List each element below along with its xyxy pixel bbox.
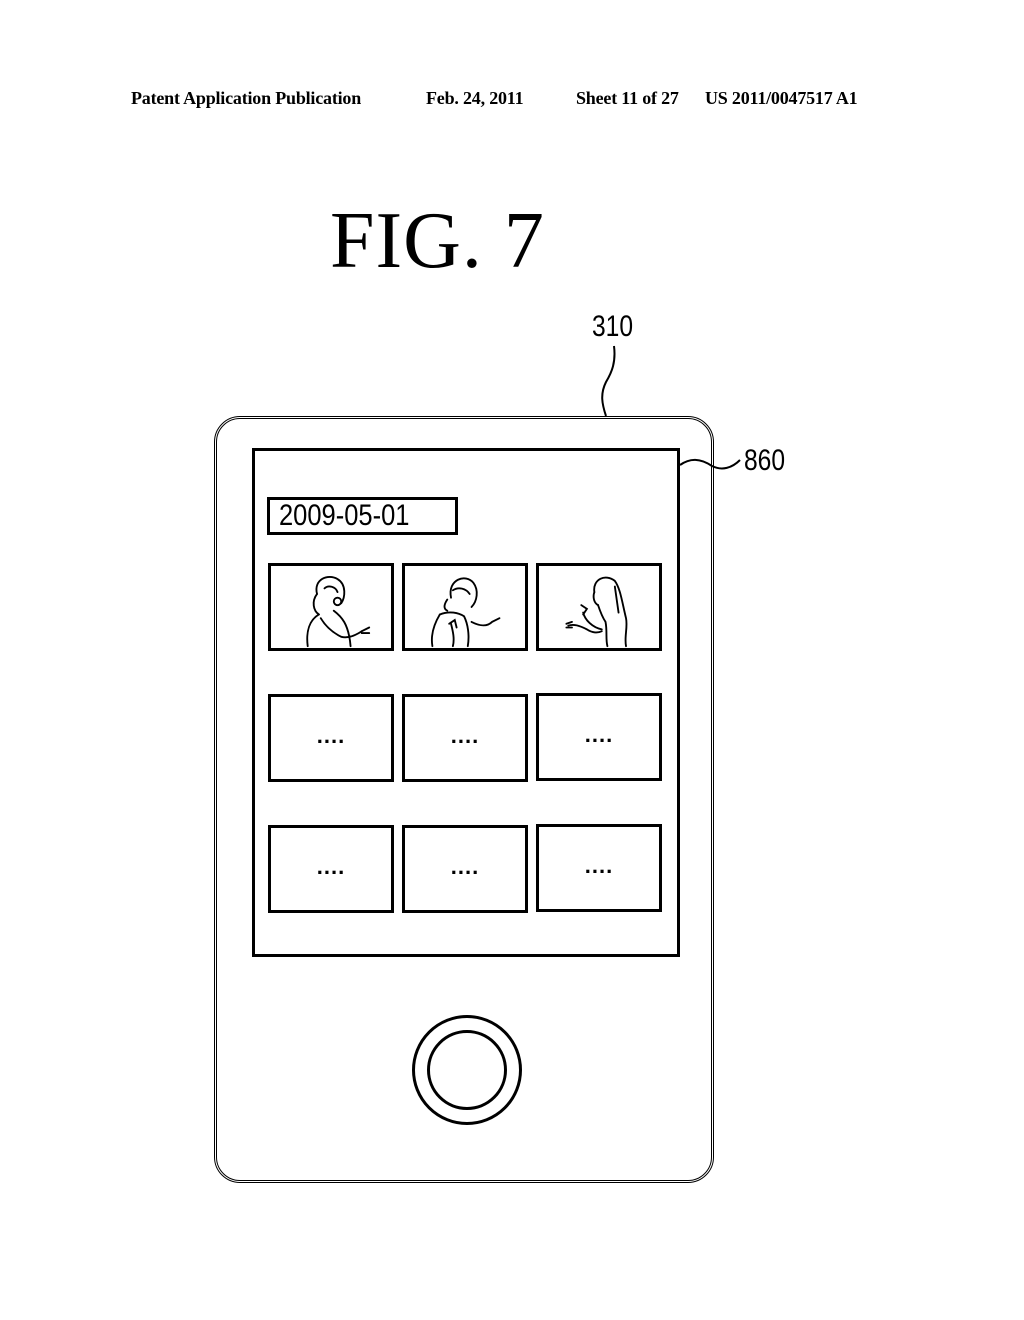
ellipsis-text: .... (316, 722, 346, 748)
thumbnail-image-2[interactable] (402, 563, 528, 651)
patent-number: US 2011/0047517 A1 (705, 88, 858, 108)
thumbnail-placeholder-9[interactable]: .... (536, 824, 662, 912)
reference-label-device: 310 (592, 310, 634, 343)
thumbnail-image-1[interactable] (268, 563, 394, 651)
singer-image-icon (565, 576, 628, 648)
ellipsis-text: .... (316, 853, 346, 879)
circle-button-icon (427, 1030, 507, 1110)
publication-label: Patent Application Publication (131, 88, 362, 108)
sheet-number: Sheet 11 of 27 (576, 88, 679, 108)
leader-line-device (601, 345, 616, 417)
ellipsis-text: .... (584, 852, 614, 878)
thumbnail-placeholder-7[interactable]: .... (268, 825, 394, 913)
figure-title: FIG. 7 (330, 197, 545, 285)
singer-image-icon (306, 575, 371, 648)
singer-image-icon (431, 577, 501, 648)
ellipsis-text: .... (450, 722, 480, 748)
publication-date: Feb. 24, 2011 (426, 88, 524, 108)
ellipsis-text: .... (450, 853, 480, 879)
thumbnail-image-3[interactable] (536, 563, 662, 651)
reference-label-screen: 860 (744, 444, 786, 477)
date-label-box: 2009-05-01 (267, 497, 458, 535)
thumbnail-placeholder-8[interactable]: .... (402, 825, 528, 913)
ellipsis-text: .... (584, 721, 614, 747)
date-text: 2009-05-01 (279, 499, 410, 532)
thumbnail-placeholder-6[interactable]: .... (536, 693, 662, 781)
thumbnail-placeholder-4[interactable]: .... (268, 694, 394, 782)
thumbnail-placeholder-5[interactable]: .... (402, 694, 528, 782)
home-button[interactable] (412, 1015, 522, 1125)
